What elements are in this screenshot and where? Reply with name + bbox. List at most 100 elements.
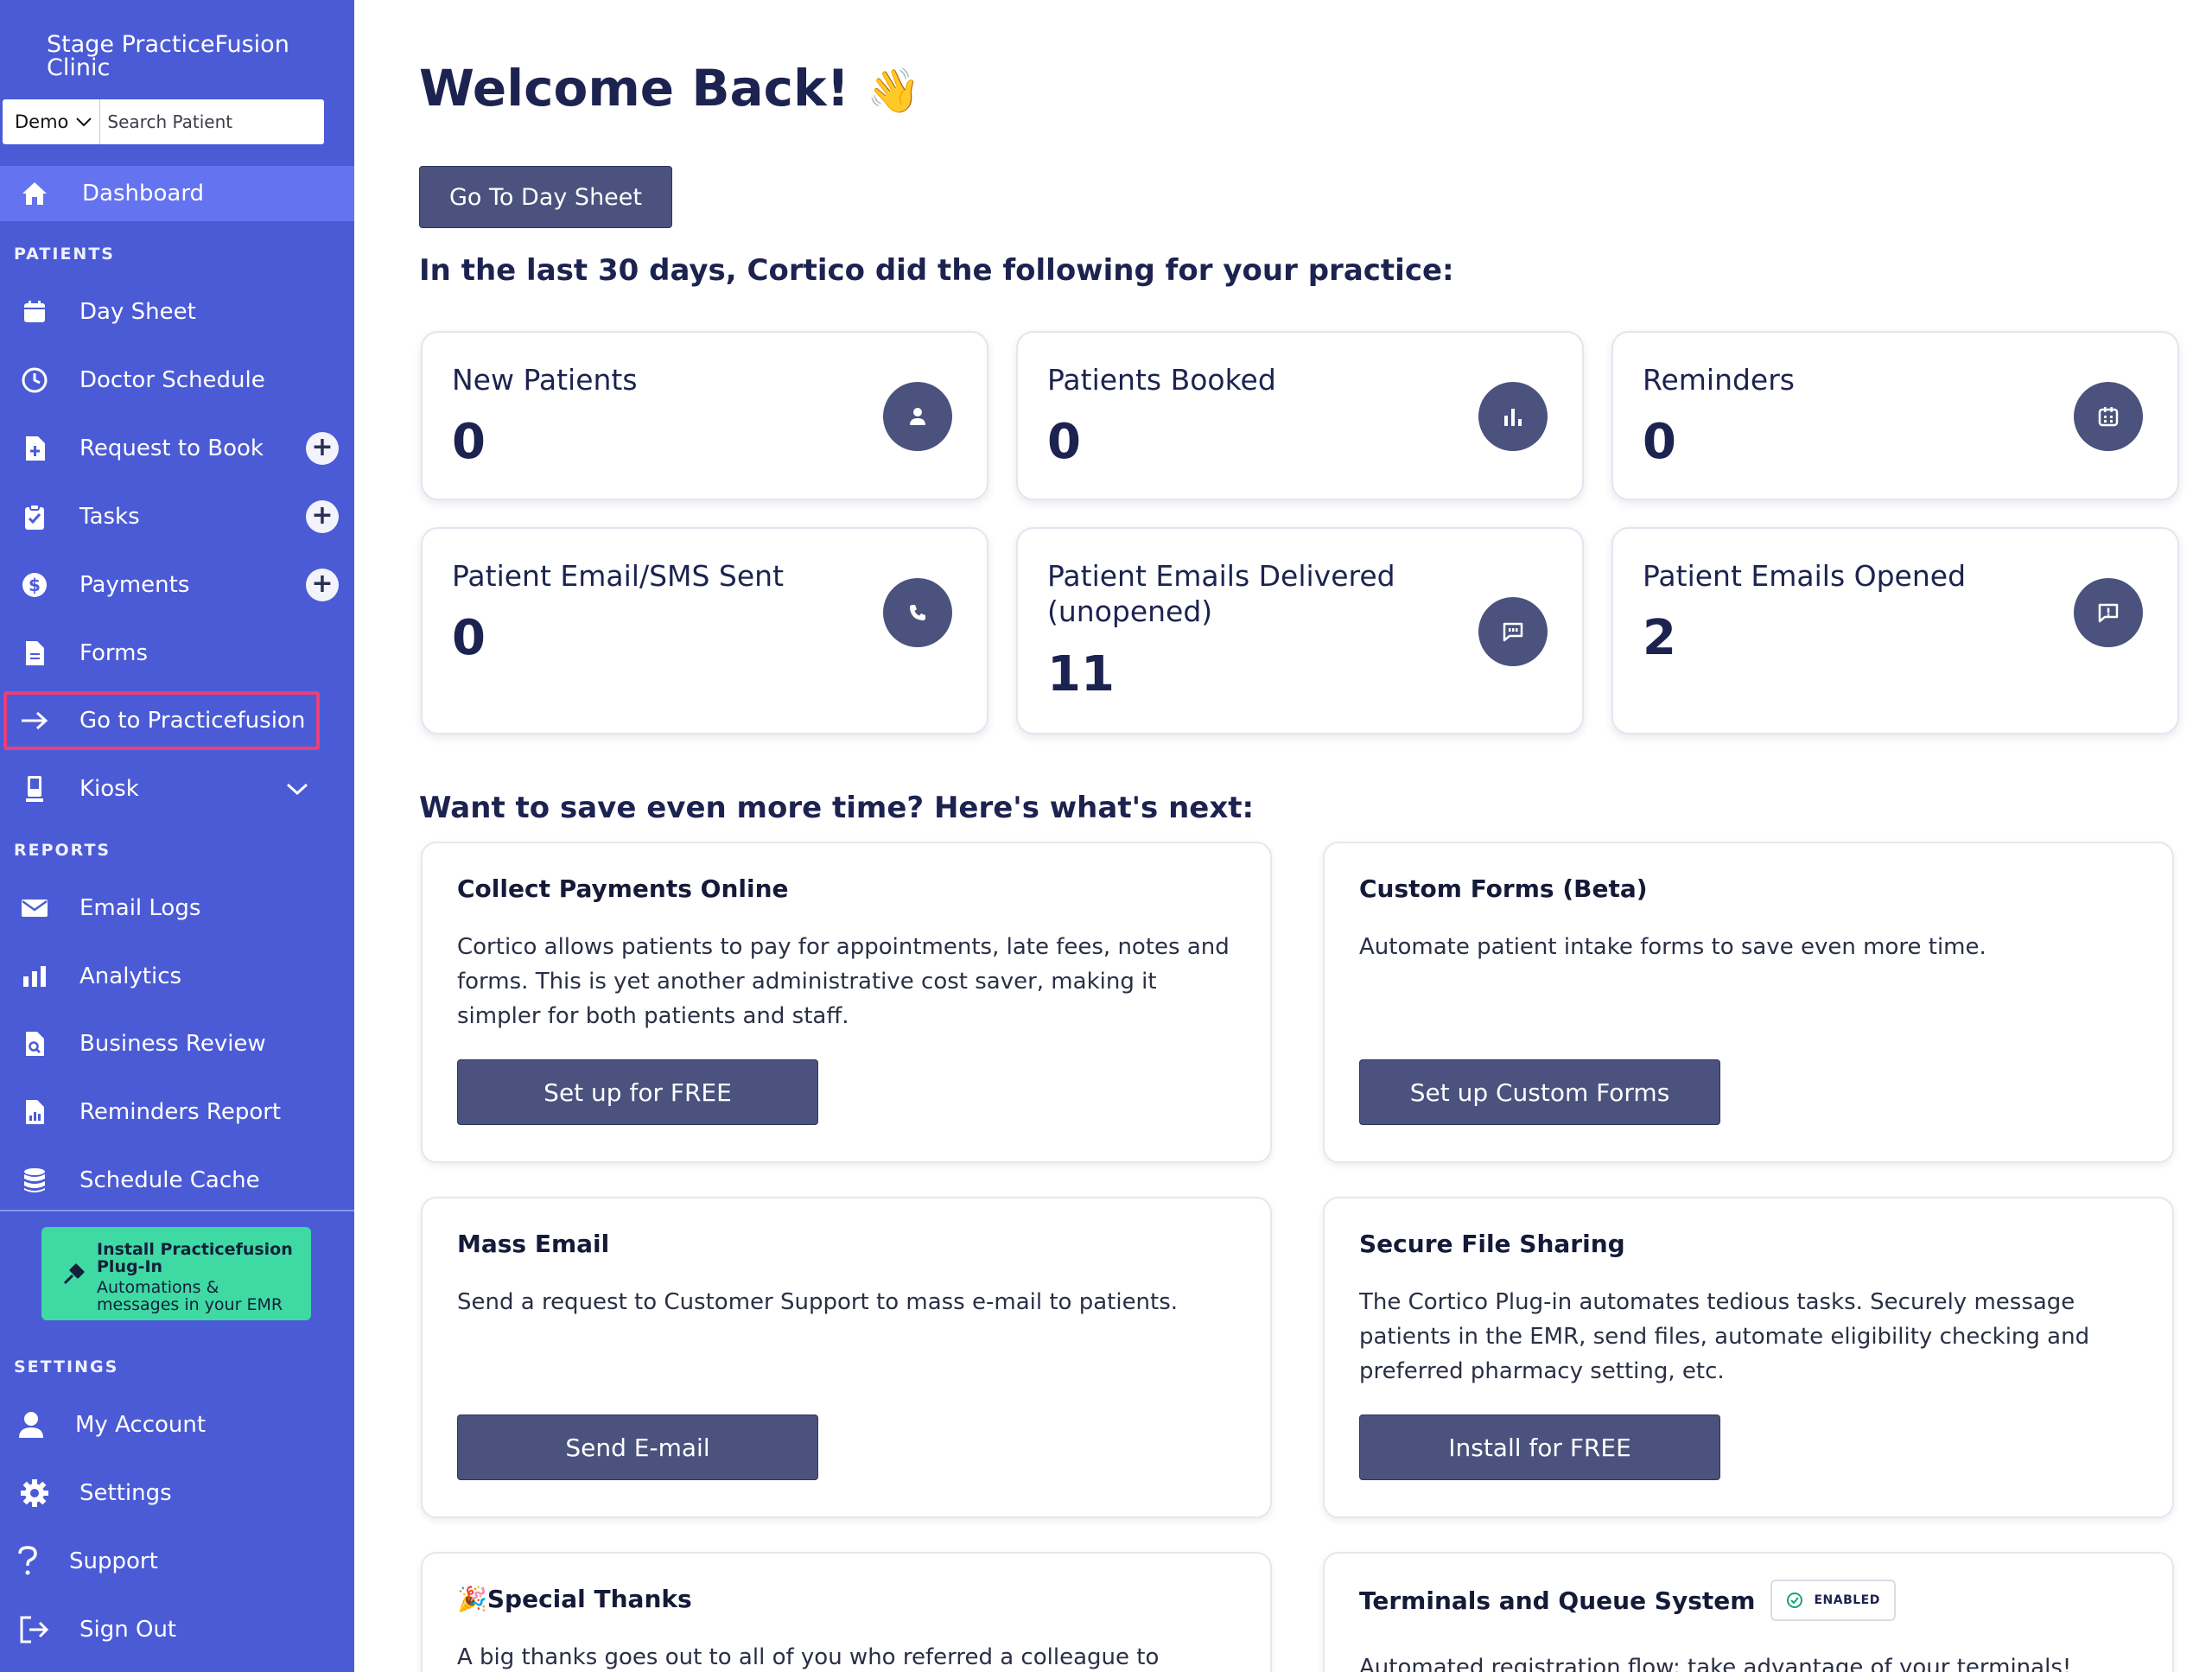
card-terminals-queue: Terminals and Queue System ENABLED Autom… [1323,1552,2174,1672]
sidebar-item-dashboard[interactable]: Dashboard [0,166,354,221]
sidebar-item-schedule-cache[interactable]: Schedule Cache [0,1154,354,1206]
document-icon [19,638,50,669]
sidebar-item-label: Forms [79,640,149,666]
page-title-text: Welcome Back! [419,59,850,118]
sidebar-item-analytics[interactable]: Analytics [0,950,354,1002]
sidebar-item-payments[interactable]: $ Payments + [0,559,354,611]
chevron-down-icon [76,118,92,127]
stat-value: 11 [1047,646,1115,702]
sidebar: Stage PracticeFusion Clinic Demo Dashboa… [0,0,354,1672]
sidebar-item-label: Sign Out [79,1617,177,1643]
sidebar-item-label: Request to Book [79,435,264,461]
set-up-custom-forms-button[interactable]: Set up Custom Forms [1359,1059,1720,1125]
add-payment-button[interactable]: + [306,569,339,601]
stat-label: Patient Emails Opened [1643,559,1967,593]
phone-icon [883,578,952,647]
card-text: The Cortico Plug-in automates tedious ta… [1359,1289,2090,1384]
sidebar-item-doctor-schedule[interactable]: Doctor Schedule [0,354,354,406]
status-badge-label: ENABLED [1814,1593,1880,1607]
card-text: Send a request to Customer Support to ma… [457,1289,1179,1315]
user-icon [883,382,952,451]
chevron-down-icon[interactable] [285,782,309,796]
page-title: Welcome Back! 👋 [419,59,921,118]
calendar-icon [2074,382,2143,451]
sidebar-item-label: Email Logs [79,895,201,921]
card-title-text: Special Thanks [486,1585,692,1613]
sidebar-item-my-account[interactable]: My Account [0,1399,354,1451]
stat-card-emails-delivered: Patient Emails Delivered (unopened) 11 [1016,527,1584,734]
card-title: 🎉 Special Thanks [457,1585,692,1613]
go-to-day-sheet-button[interactable]: Go To Day Sheet [419,166,672,228]
card-mass-email: Mass Email Send a request to Customer Su… [421,1197,1272,1518]
stat-label: New Patients [452,363,638,397]
sidebar-item-day-sheet[interactable]: Day Sheet [0,286,354,338]
stat-card-patients-booked: Patients Booked 0 [1016,331,1584,500]
sidebar-item-tasks[interactable]: Tasks + [0,491,354,543]
card-title: Secure File Sharing [1359,1230,1625,1258]
home-icon [19,178,50,209]
sidebar-item-business-review[interactable]: Business Review [0,1018,354,1070]
clinic-name: Stage PracticeFusion Clinic [47,31,289,81]
stat-value: 0 [452,610,486,666]
install-for-free-button[interactable]: Install for FREE [1359,1415,1720,1480]
stat-card-reminders: Reminders 0 [1611,331,2179,500]
install-plugin-card[interactable]: Install Practicefusion Plug-In Automatio… [41,1227,311,1320]
check-circle-icon [1787,1593,1803,1608]
plug-icon [62,1262,86,1289]
message-icon [1478,597,1548,666]
database-icon [19,1165,50,1196]
bar-chart-icon [19,961,50,992]
sidebar-item-support[interactable]: Support [0,1535,354,1587]
stat-value: 0 [452,414,486,470]
clock-icon [19,365,50,396]
envelope-icon [19,893,50,924]
patient-search: Demo [3,99,324,144]
sidebar-item-label: Analytics [79,963,182,989]
set-up-payments-button[interactable]: Set up for FREE [457,1059,818,1125]
section-label-patients: PATIENTS [14,245,115,264]
section-label-reports: REPORTS [14,841,111,860]
clipboard-check-icon [19,501,50,532]
sidebar-item-label: Reminders Report [79,1099,282,1125]
card-title: Collect Payments Online [457,874,789,903]
card-special-thanks: 🎉 Special Thanks A big thanks goes out t… [421,1552,1272,1672]
card-secure-file-sharing: Secure File Sharing The Cortico Plug-in … [1323,1197,2174,1518]
sidebar-item-sign-out[interactable]: Sign Out [0,1604,354,1656]
card-title: Mass Email [457,1230,610,1258]
sidebar-item-reminders-report[interactable]: Reminders Report [0,1086,354,1138]
sidebar-item-forms[interactable]: Forms [0,627,354,679]
card-title-text: Terminals and Queue System [1359,1586,1756,1615]
sidebar-item-kiosk[interactable]: Kiosk [0,763,354,815]
send-email-button[interactable]: Send E-mail [457,1415,818,1480]
next-steps-heading: Want to save even more time? Here's what… [419,791,1255,825]
sidebar-item-request-to-book[interactable]: Request to Book + [0,423,354,474]
sidebar-item-settings[interactable]: Settings [0,1467,354,1519]
sidebar-item-label: Day Sheet [79,299,196,325]
sidebar-item-label: Dashboard [82,181,205,207]
user-icon [16,1409,47,1440]
section-label-settings: SETTINGS [14,1357,119,1376]
stat-label: Reminders [1643,363,1795,397]
stats-heading: In the last 30 days, Cortico did the fol… [419,253,1454,288]
sidebar-item-label: My Account [75,1412,207,1438]
add-task-button[interactable]: + [306,500,339,533]
card-text: Cortico allows patients to pay for appoi… [457,934,1230,1029]
highlight-box [3,691,320,750]
card-text: Automated registration flow: take advant… [1359,1655,2072,1672]
sidebar-item-label: Payments [79,572,190,598]
card-title: Custom Forms (Beta) [1359,874,1648,903]
plugin-title: Install Practicefusion Plug-In [97,1240,293,1276]
card-text: Automate patient intake forms to save ev… [1359,934,1986,960]
sidebar-item-label: Settings [79,1480,172,1506]
calendar-icon [19,296,50,327]
stat-card-email-sms-sent: Patient Email/SMS Sent 0 [421,527,988,734]
sidebar-item-email-logs[interactable]: Email Logs [0,882,354,934]
file-search-icon [19,1028,50,1059]
search-patient-input[interactable] [100,99,324,144]
add-request-button[interactable]: + [306,432,339,465]
card-custom-forms: Custom Forms (Beta) Automate patient int… [1323,842,2174,1163]
search-mode-select[interactable]: Demo [3,99,101,144]
stat-value: 0 [1643,414,1676,470]
sign-out-icon [19,1614,50,1645]
gear-icon [19,1478,50,1509]
